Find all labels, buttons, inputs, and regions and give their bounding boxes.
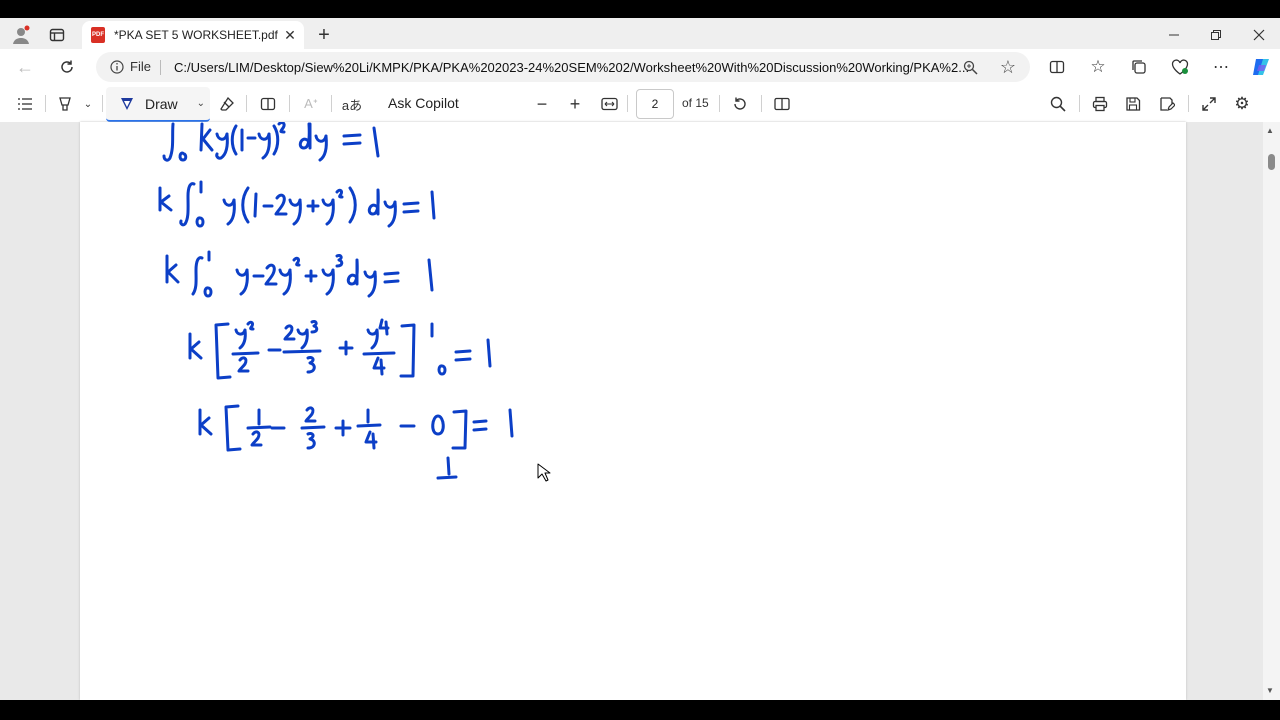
- chevron-down-icon[interactable]: ⌄: [80, 93, 96, 115]
- pdf-viewer[interactable]: [0, 122, 1280, 700]
- close-tab-icon[interactable]: ✕: [280, 27, 300, 44]
- search-icon[interactable]: [1047, 93, 1069, 115]
- toolbar-divider: [246, 95, 247, 112]
- translate-icon[interactable]: aあ: [341, 93, 363, 115]
- zoom-out-icon[interactable]: −: [531, 93, 553, 115]
- read-aloud-icon[interactable]: Aᐩ: [300, 93, 322, 115]
- browser-essentials-icon[interactable]: [1169, 56, 1191, 78]
- toolbar-divider: [1188, 95, 1189, 112]
- mouse-cursor-icon: [537, 463, 551, 482]
- address-bar: ← File C:/Users/LIM/Desktop/Siew%20Li/KM…: [0, 49, 1280, 85]
- more-icon[interactable]: ⋯: [1210, 56, 1232, 78]
- minimize-icon[interactable]: [1162, 23, 1186, 47]
- tab-title: *PKA SET 5 WORKSHEET.pdf: [114, 28, 278, 42]
- restore-icon[interactable]: [1204, 23, 1228, 47]
- rotate-icon[interactable]: [729, 93, 751, 115]
- draw-label: Draw: [145, 95, 178, 112]
- pdf-toolbar: ⌄ Draw ⌄ Aᐩ aあ Ask Copilot − + 2 of 15 ⚙: [0, 85, 1280, 123]
- fit-width-icon[interactable]: [598, 93, 620, 115]
- copilot-icon[interactable]: [1248, 54, 1274, 80]
- zoom-in-icon[interactable]: +: [564, 93, 586, 115]
- ink-line-3: [165, 250, 434, 298]
- ask-copilot-button[interactable]: Ask Copilot: [388, 95, 459, 111]
- toolbar-divider: [761, 95, 762, 112]
- profile-icon[interactable]: [10, 24, 32, 46]
- scrollbar-thumb[interactable]: [1268, 154, 1275, 170]
- url-divider: [160, 60, 161, 75]
- browser-window: PDF *PKA SET 5 WORKSHEET.pdf ✕ + ← File …: [0, 18, 1280, 700]
- ink-line-4: [188, 318, 492, 380]
- refresh-icon[interactable]: [56, 56, 78, 78]
- page-number-input[interactable]: 2: [636, 89, 674, 119]
- file-label: File: [130, 59, 151, 74]
- url-text[interactable]: C:/Users/LIM/Desktop/Siew%20Li/KMPK/PKA/…: [174, 60, 974, 75]
- page-view-icon[interactable]: [257, 93, 279, 115]
- toolbar-divider: [45, 95, 46, 112]
- tab-actions-icon[interactable]: [46, 24, 68, 46]
- settings-icon[interactable]: ⚙: [1231, 93, 1253, 115]
- highlight-icon[interactable]: [54, 93, 76, 115]
- handwritten-working: [158, 122, 551, 482]
- ink-line-2: [158, 180, 436, 228]
- page-total: of 15: [682, 96, 709, 110]
- save-as-icon[interactable]: [1156, 93, 1178, 115]
- pdf-page: [80, 122, 1186, 700]
- ink-line-5: [198, 404, 514, 480]
- toolbar-divider: [331, 95, 332, 112]
- two-page-icon[interactable]: [771, 93, 793, 115]
- ink-line-1: [162, 122, 380, 162]
- info-icon: [110, 59, 124, 74]
- print-icon[interactable]: [1089, 93, 1111, 115]
- pdf-icon: PDF: [91, 27, 105, 43]
- zoom-icon[interactable]: [960, 57, 980, 77]
- toolbar-divider: [289, 95, 290, 112]
- toolbar-divider: [102, 95, 103, 112]
- url-field[interactable]: File C:/Users/LIM/Desktop/Siew%20Li/KMPK…: [96, 52, 1030, 82]
- vertical-scrollbar[interactable]: ▲ ▼: [1263, 122, 1280, 700]
- back-icon[interactable]: ←: [14, 56, 36, 78]
- scroll-down-icon[interactable]: ▼: [1266, 686, 1274, 695]
- toolbar-divider: [719, 95, 720, 112]
- contents-icon[interactable]: [14, 93, 36, 115]
- save-icon[interactable]: [1122, 93, 1144, 115]
- draw-pen-icon: [121, 97, 133, 110]
- draw-button[interactable]: Draw ⌄: [106, 87, 210, 122]
- active-tab[interactable]: PDF *PKA SET 5 WORKSHEET.pdf ✕: [82, 21, 304, 49]
- close-window-icon[interactable]: [1247, 23, 1271, 47]
- split-screen-icon[interactable]: [1046, 56, 1068, 78]
- full-screen-icon[interactable]: [1198, 93, 1220, 115]
- site-info[interactable]: File: [110, 59, 151, 74]
- favorites-icon[interactable]: ☆: [1087, 56, 1109, 78]
- scroll-up-icon[interactable]: ▲: [1266, 126, 1274, 135]
- favorite-icon[interactable]: ☆: [997, 56, 1019, 78]
- toolbar-divider: [627, 95, 628, 112]
- eraser-icon[interactable]: [216, 93, 238, 115]
- toolbar-divider: [1079, 95, 1080, 112]
- tab-bar: PDF *PKA SET 5 WORKSHEET.pdf ✕ +: [0, 18, 1280, 49]
- new-tab-icon[interactable]: +: [312, 23, 336, 47]
- draw-chevron-icon[interactable]: ⌄: [197, 98, 205, 109]
- collections-icon[interactable]: [1128, 56, 1150, 78]
